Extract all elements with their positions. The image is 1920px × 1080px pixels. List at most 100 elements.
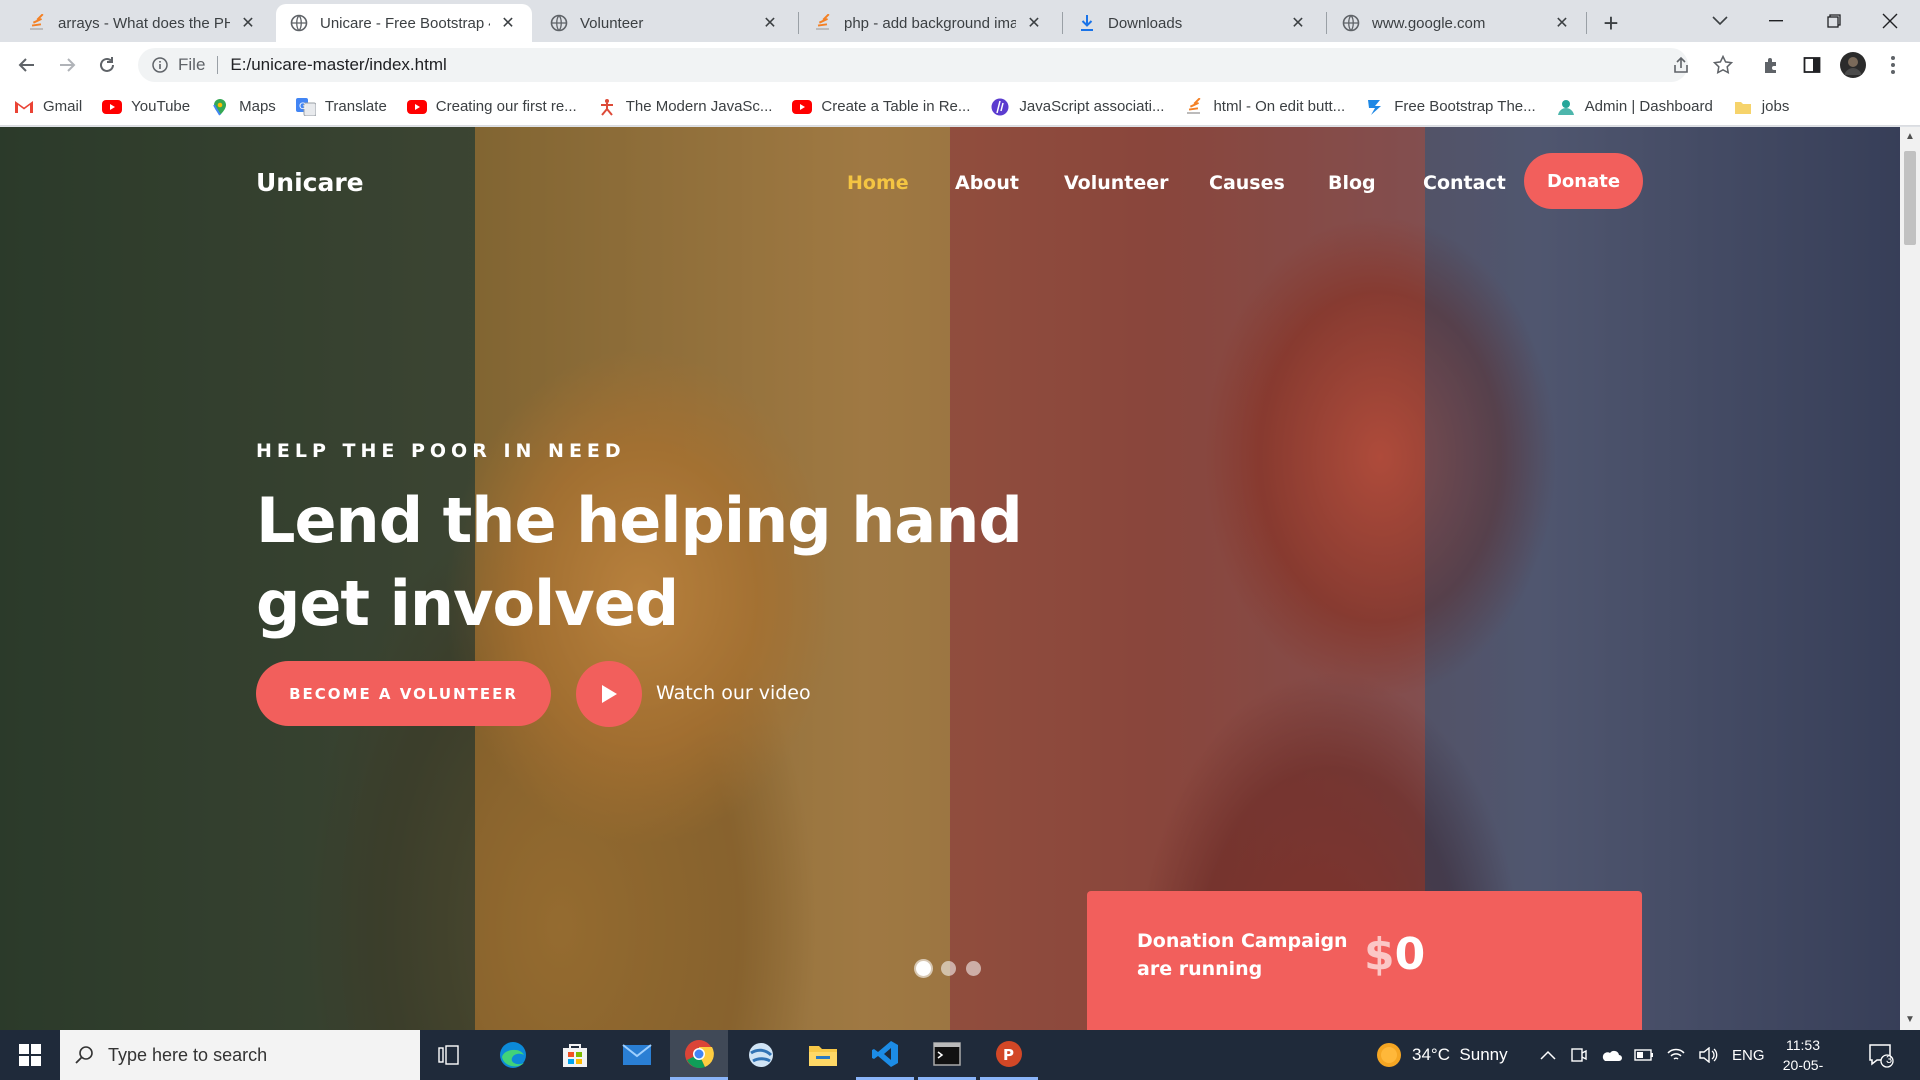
arrow-left-icon — [18, 58, 34, 72]
donate-button[interactable]: Donate — [1524, 153, 1643, 209]
profile-avatar[interactable] — [1838, 50, 1868, 80]
bookmark-jobs[interactable]: jobs — [1733, 98, 1789, 115]
extensions-button[interactable] — [1757, 50, 1787, 80]
nav-contact[interactable]: Contact — [1423, 172, 1506, 194]
taskbar-globe-app[interactable] — [732, 1030, 790, 1080]
task-view-button[interactable] — [420, 1030, 478, 1080]
close-icon[interactable]: ✕ — [498, 13, 518, 33]
powerpoint-icon: P — [996, 1040, 1022, 1067]
tab-arrays[interactable]: arrays - What does the PHP ✕ — [14, 4, 272, 42]
nav-causes[interactable]: Causes — [1209, 172, 1285, 194]
minimize-button[interactable] — [1748, 0, 1804, 42]
taskbar-store[interactable] — [546, 1030, 604, 1080]
close-icon — [1882, 13, 1898, 29]
bookmark-star-button[interactable] — [1708, 50, 1738, 80]
close-icon[interactable]: ✕ — [1024, 13, 1044, 33]
maps-icon — [210, 98, 230, 116]
youtube-icon — [406, 99, 427, 115]
taskbar-edge[interactable] — [484, 1030, 542, 1080]
tab-unicare[interactable]: Unicare - Free Bootstrap 4 T ✕ — [276, 4, 532, 42]
carousel-dots — [916, 961, 981, 976]
play-video-button[interactable] — [576, 661, 642, 727]
bookmark-maps[interactable]: Maps — [210, 98, 276, 116]
bookmark-creating-first[interactable]: Creating our first re... — [406, 98, 577, 115]
carousel-dot[interactable] — [916, 961, 931, 976]
address-bar[interactable]: File E:/unicare-master/index.html — [138, 48, 1688, 82]
speaker-icon — [1699, 1047, 1718, 1063]
taskbar-clock[interactable]: 11:53 20-05-2023 — [1768, 1035, 1838, 1080]
bookmark-html-edit[interactable]: html - On edit butt... — [1184, 97, 1345, 115]
play-icon — [602, 685, 617, 703]
bookmark-js-association[interactable]: JavaScript associati... — [990, 98, 1164, 115]
system-tray-icons: ENG — [1540, 1030, 1765, 1080]
tab-volunteer[interactable]: Volunteer ✕ — [536, 4, 794, 42]
taskbar-vscode[interactable] — [856, 1030, 914, 1080]
tab-google[interactable]: www.google.com ✕ — [1328, 4, 1586, 42]
taskbar-search-box[interactable]: Type here to search — [60, 1030, 420, 1080]
restore-button[interactable] — [1806, 0, 1862, 42]
weather-widget[interactable]: 34°C Sunny — [1376, 1030, 1508, 1080]
weather-text: 34°C Sunny — [1412, 1045, 1508, 1064]
folder-icon — [1733, 99, 1753, 115]
bookmark-create-table[interactable]: Create a Table in Re... — [792, 98, 970, 115]
bookmark-admin-dashboard[interactable]: Admin | Dashboard — [1556, 98, 1713, 115]
close-window-button[interactable] — [1862, 0, 1918, 42]
vscode-icon — [872, 1040, 898, 1067]
tab-title: arrays - What does the PHP — [58, 14, 230, 32]
page-scrollbar[interactable]: ▲ ▼ — [1900, 127, 1920, 1030]
tab-php-background[interactable]: php - add background imag ✕ — [800, 4, 1058, 42]
close-icon[interactable]: ✕ — [1552, 13, 1572, 33]
nav-blog[interactable]: Blog — [1328, 172, 1376, 194]
scroll-down-arrow-icon[interactable]: ▼ — [1904, 1014, 1916, 1026]
bookmark-free-bootstrap[interactable]: Free Bootstrap The... — [1365, 98, 1536, 115]
svg-text:G: G — [299, 102, 306, 112]
start-button[interactable] — [0, 1030, 60, 1080]
close-icon[interactable]: ✕ — [238, 13, 258, 33]
address-divider — [217, 56, 219, 74]
taskbar-powerpoint[interactable]: P — [980, 1030, 1038, 1080]
bookmark-translate[interactable]: G Translate — [295, 97, 387, 116]
clock-time: 11:53 — [1786, 1037, 1820, 1053]
close-icon[interactable]: ✕ — [760, 13, 780, 33]
scroll-up-arrow-icon[interactable]: ▲ — [1904, 131, 1916, 143]
menu-button[interactable] — [1878, 50, 1908, 80]
notification-center-button[interactable]: 3 — [1866, 1040, 1896, 1070]
taskbar-file-explorer[interactable] — [794, 1030, 852, 1080]
hero-eyebrow: HELP THE POOR IN NEED — [256, 440, 626, 462]
close-icon[interactable]: ✕ — [1288, 13, 1308, 33]
youtube-icon — [792, 99, 813, 115]
scrollbar-thumb[interactable] — [1904, 151, 1916, 245]
side-panel-button[interactable] — [1797, 50, 1827, 80]
carousel-dot[interactable] — [966, 961, 981, 976]
nav-volunteer[interactable]: Volunteer — [1064, 172, 1169, 194]
language-indicator[interactable]: ENG — [1732, 1047, 1765, 1064]
back-button[interactable] — [12, 50, 42, 80]
forward-button[interactable] — [52, 50, 82, 80]
become-volunteer-button[interactable]: BECOME A VOLUNTEER — [256, 661, 551, 726]
reload-button[interactable] — [92, 50, 122, 80]
carousel-dot[interactable] — [941, 961, 956, 976]
tab-title: Volunteer — [580, 14, 644, 32]
site-logo[interactable]: Unicare — [256, 168, 364, 197]
watch-video-link[interactable]: Watch our video — [656, 682, 811, 704]
taskbar-mail[interactable] — [608, 1030, 666, 1080]
windows-logo-icon — [19, 1044, 41, 1066]
bookmark-youtube[interactable]: YouTube — [102, 98, 190, 115]
globe-icon — [550, 14, 568, 32]
share-button[interactable] — [1666, 50, 1696, 80]
nav-about[interactable]: About — [955, 172, 1019, 194]
tab-search-button[interactable] — [1692, 0, 1748, 42]
wifi-icon — [1667, 1048, 1685, 1060]
taskbar-terminal[interactable] — [918, 1030, 976, 1080]
nav-home[interactable]: Home — [847, 172, 909, 194]
bookmark-modern-js[interactable]: The Modern JavaSc... — [597, 98, 772, 116]
tab-divider — [1586, 12, 1587, 34]
bookmark-gmail[interactable]: Gmail — [14, 98, 82, 115]
taskbar-chrome[interactable] — [670, 1030, 728, 1080]
donation-campaign-card: Donation Campaign are running $0 — [1087, 891, 1642, 1030]
new-tab-button[interactable]: + — [1596, 8, 1626, 38]
url-text: E:/unicare-master/index.html — [230, 55, 447, 74]
tab-downloads[interactable]: Downloads ✕ — [1064, 4, 1322, 42]
stackoverflow-icon — [1184, 97, 1204, 115]
globe-app-icon — [749, 1043, 773, 1067]
